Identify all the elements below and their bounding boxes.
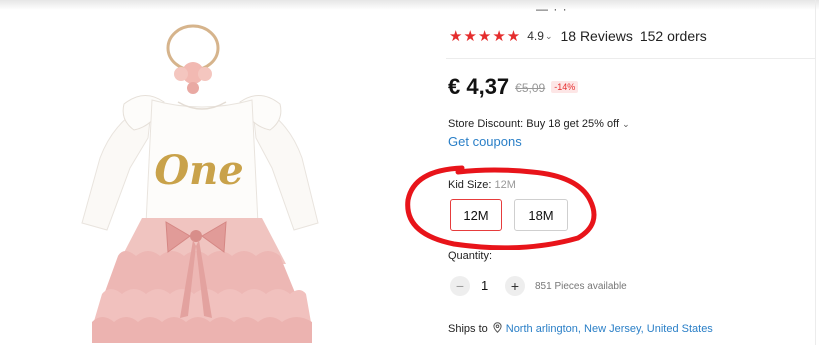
price-row: € 4,37 €5,09 -14% (448, 74, 579, 100)
store-discount[interactable]: Store Discount: Buy 18 get 25% off ⌄ (448, 118, 630, 130)
product-photo: One (81, 24, 319, 343)
product-image[interactable]: One (60, 18, 370, 343)
size-label: Kid Size: (448, 179, 492, 191)
bodysuit-print-text: One (154, 147, 243, 194)
size-selected-value: 12M (494, 179, 516, 191)
headband-petal-bottom (187, 82, 199, 94)
location-pin-icon (493, 322, 502, 336)
star-rating-icon: ★★★★★ (449, 28, 522, 45)
store-discount-text: Store Discount: Buy 18 get 25% off (448, 118, 620, 130)
cropped-title-text: — · · (536, 2, 568, 16)
quantity-label: Quantity: (448, 250, 493, 262)
reviews-link[interactable]: 18 Reviews (560, 28, 632, 44)
get-coupons-link[interactable]: Get coupons (448, 134, 522, 149)
bow-knot (190, 230, 202, 242)
plus-icon: + (510, 278, 520, 294)
rating-row: ★★★★★ 4.9 ⌄ 18 Reviews 152 orders (449, 27, 707, 45)
quantity-value[interactable]: 1 (481, 278, 488, 293)
discount-badge: -14% (551, 81, 579, 93)
minus-icon: − (455, 278, 465, 294)
chevron-down-icon: ⌄ (622, 119, 630, 129)
quantity-decrease-button[interactable]: − (450, 276, 470, 296)
orders-count: 152 orders (639, 28, 707, 44)
headband-petal-right (198, 67, 212, 81)
pieces-available: 851 Pieces available (535, 281, 627, 292)
ships-to-location-link[interactable]: North arlington, New Jersey, United Stat… (506, 323, 713, 335)
divider (446, 58, 816, 59)
current-price: € 4,37 (448, 74, 510, 99)
headband-petal-left (174, 67, 188, 81)
size-option-12m[interactable]: 12M (450, 199, 502, 231)
quantity-increase-button[interactable]: + (505, 276, 525, 296)
rating-value[interactable]: 4.9 (527, 29, 544, 43)
ships-to-label: Ships to (448, 323, 488, 335)
original-price: €5,09 (515, 81, 546, 95)
chevron-down-icon[interactable]: ⌄ (545, 31, 553, 42)
size-label-row: Kid Size: 12M (448, 179, 516, 191)
shipping-row: Ships to North arlington, New Jersey, Un… (448, 322, 713, 336)
tutu-layer-4 (92, 317, 312, 343)
product-info-panel: — · · ★★★★★ 4.9 ⌄ 18 Reviews 152 orders … (446, 0, 816, 345)
size-option-18m[interactable]: 18M (514, 199, 568, 231)
